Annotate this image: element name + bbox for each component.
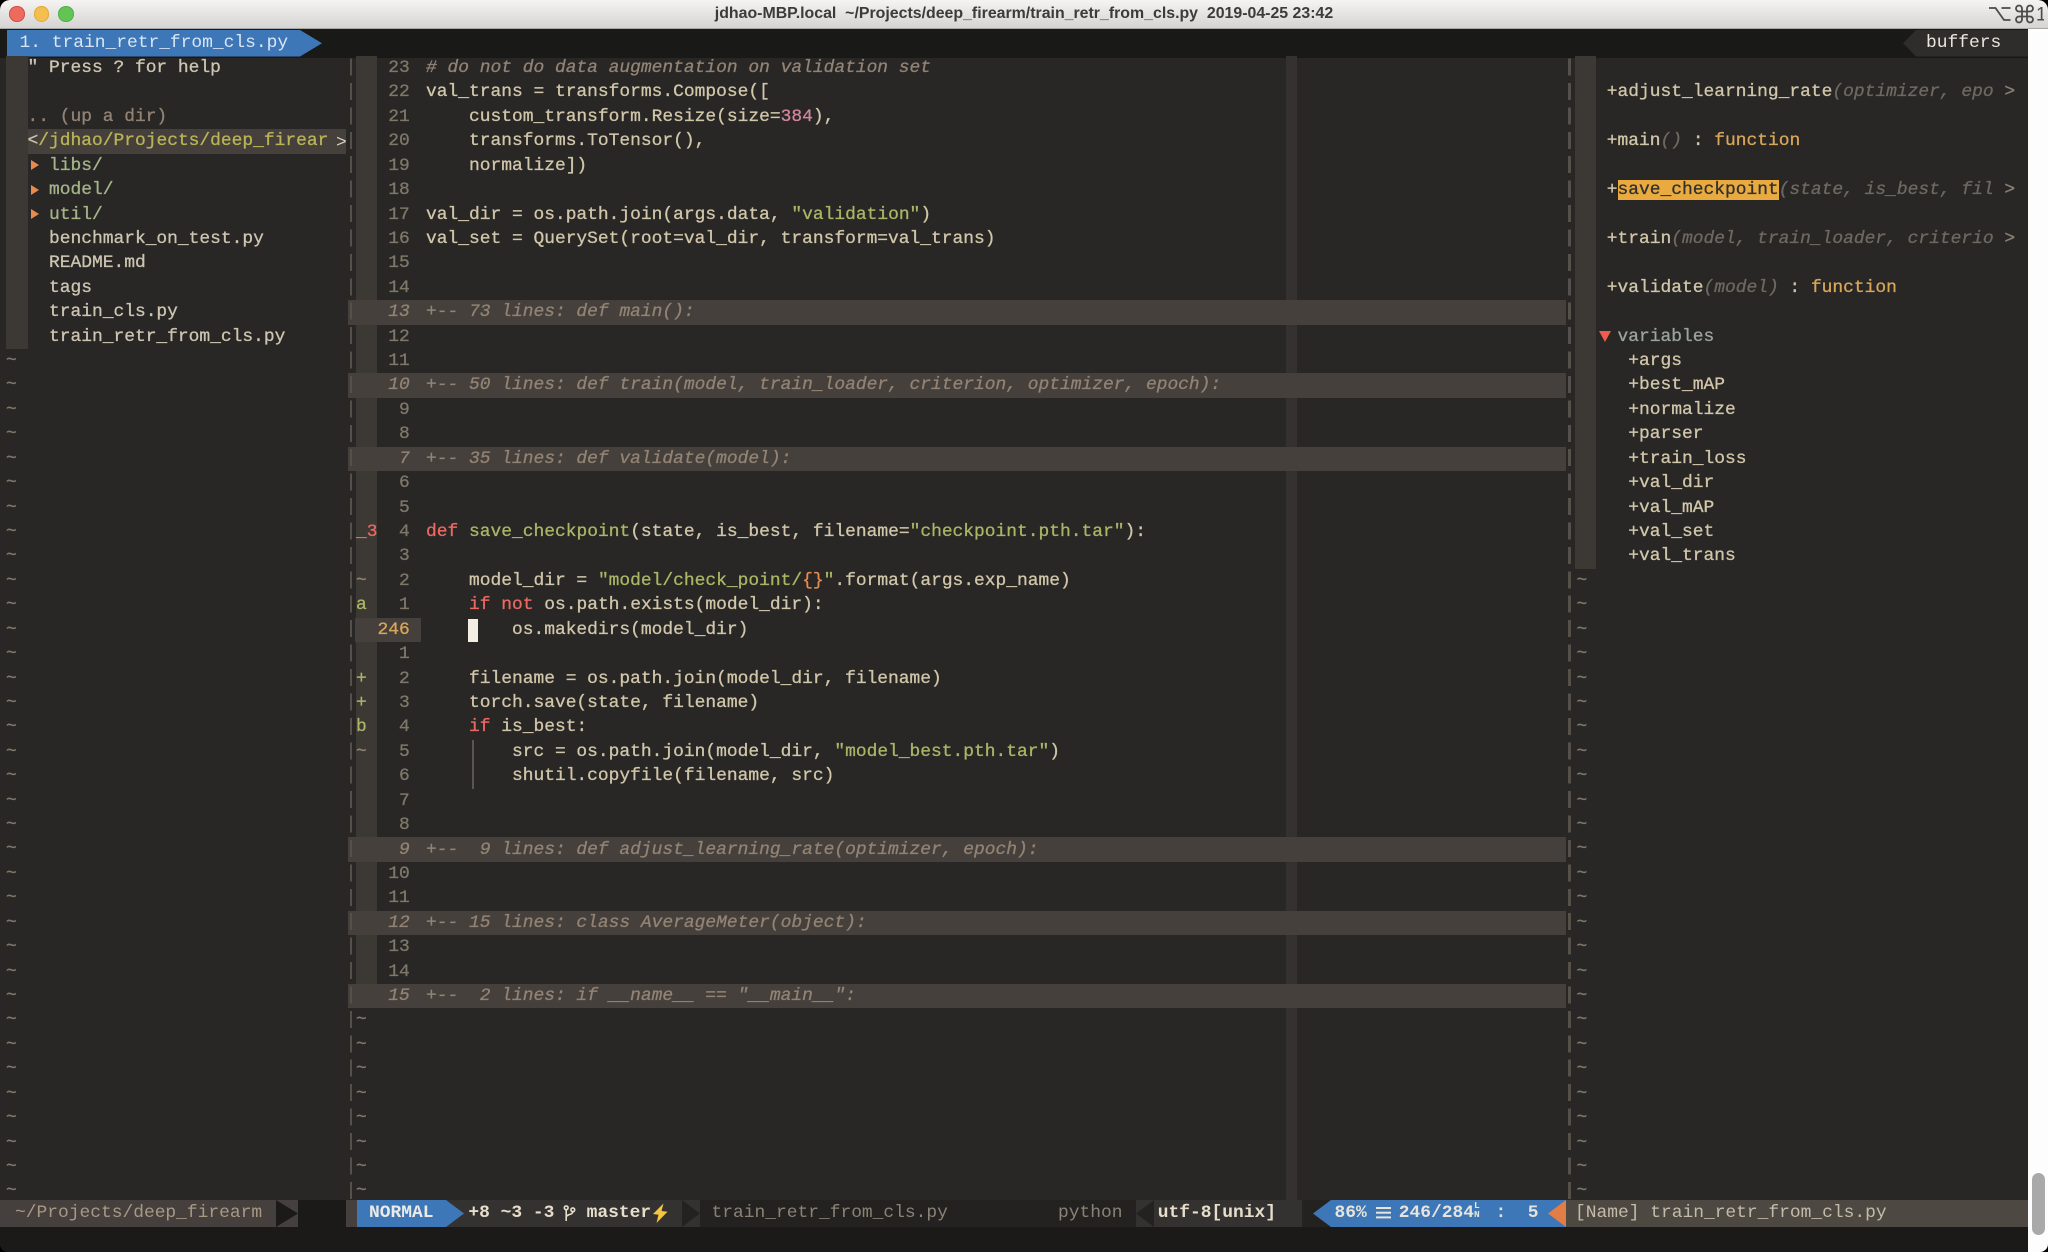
svg-text:1: 1 (2036, 5, 2044, 26)
